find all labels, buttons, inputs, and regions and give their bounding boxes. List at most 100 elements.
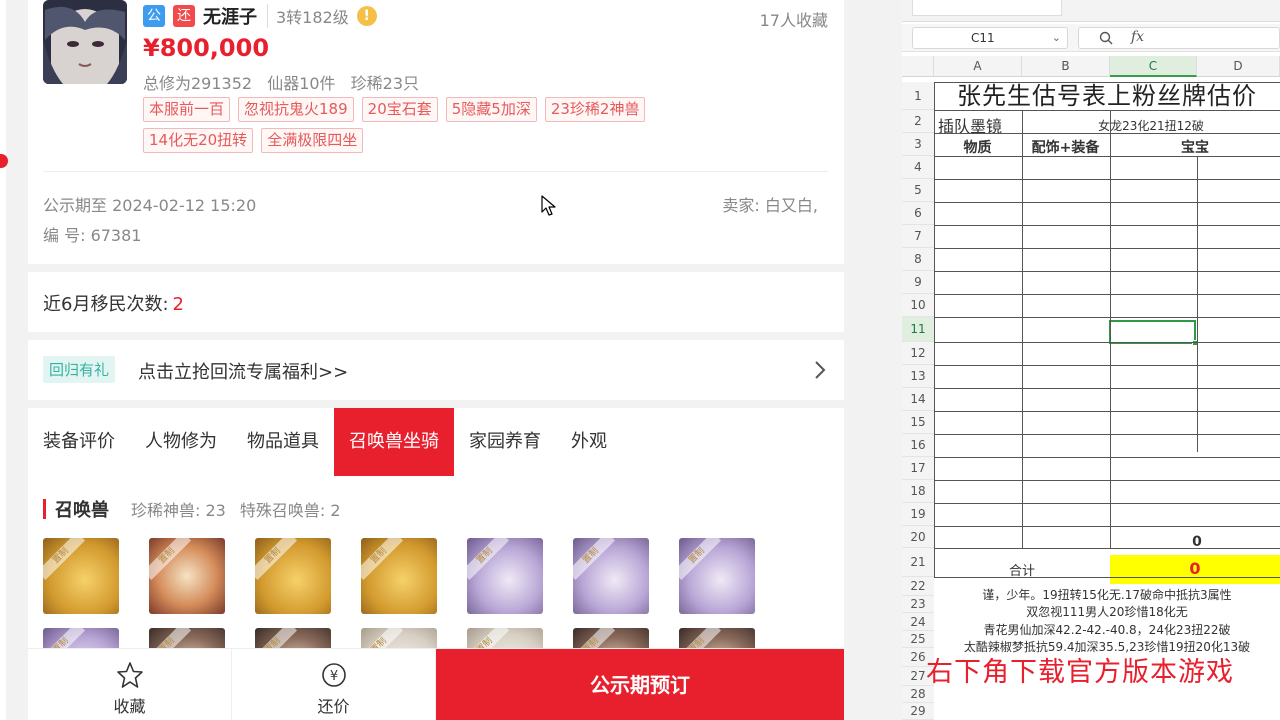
sheet-grid[interactable]: 张先生估号表上粉丝牌估价 插队墨镜 女龙23化21扭12破 物质 配饰+装备 宝… bbox=[934, 82, 1280, 720]
star-icon bbox=[117, 662, 143, 688]
bottom-action-bar: 收藏 ¥ 还价 公示期预订 bbox=[28, 648, 844, 720]
migration-count: 近6月移民次数: 2 bbox=[43, 290, 184, 316]
feature-tag: 23珍稀2神兽 bbox=[544, 97, 646, 122]
tab-cultivation[interactable]: 人物修为 bbox=[130, 408, 232, 476]
formula-input[interactable]: fx bbox=[1078, 27, 1280, 49]
mouse-cursor-icon bbox=[541, 195, 556, 216]
row-header-18[interactable]: 18 bbox=[902, 480, 934, 503]
row-header-22[interactable]: 22 bbox=[902, 577, 934, 596]
row-header-3[interactable]: 3 bbox=[902, 133, 934, 156]
grid-line bbox=[934, 548, 1280, 549]
cell-c21[interactable]: 0 bbox=[1110, 559, 1280, 578]
column-header-a[interactable]: A bbox=[934, 56, 1022, 77]
row-header-4[interactable]: 4 bbox=[902, 156, 934, 179]
cell-c3[interactable]: 宝宝 bbox=[1110, 137, 1280, 157]
select-all-corner[interactable] bbox=[902, 56, 934, 77]
grid-line bbox=[934, 388, 1280, 389]
grid-line bbox=[934, 202, 1280, 203]
tab-bar: 装备评价 人物修为 物品道具 召唤兽坐骑 家园养育 外观 bbox=[28, 408, 622, 476]
bargain-button[interactable]: ¥ 还价 bbox=[232, 649, 436, 720]
pet-band: 置制 bbox=[361, 538, 404, 581]
tab-items[interactable]: 物品道具 bbox=[232, 408, 334, 476]
name-box[interactable]: C11 ⌄ bbox=[912, 27, 1068, 49]
tab-equipment[interactable]: 装备评价 bbox=[28, 408, 130, 476]
row-header-19[interactable]: 19 bbox=[902, 503, 934, 526]
fx-icon[interactable]: fx bbox=[1131, 29, 1144, 45]
row-header-8[interactable]: 8 bbox=[902, 248, 934, 271]
divider bbox=[43, 171, 828, 172]
row-header-6[interactable]: 6 bbox=[902, 202, 934, 225]
pet-tile[interactable]: 置制 bbox=[149, 538, 225, 614]
migration-label: 近6月移民次数: bbox=[43, 294, 169, 315]
ribbon-control[interactable] bbox=[912, 0, 1062, 16]
row-header-23[interactable]: 23 bbox=[902, 596, 934, 613]
pet-tile[interactable]: 置制 bbox=[467, 538, 543, 614]
return-promo-link[interactable]: 点击立抢回流专属福利>> bbox=[138, 358, 348, 384]
chevron-down-icon[interactable]: ⌄ bbox=[1052, 28, 1061, 48]
sheet-title[interactable]: 张先生估号表上粉丝牌估价 bbox=[934, 82, 1280, 110]
note-row-24[interactable]: 青花男仙加深42.2-42.-40.8，24化23扭22破 bbox=[934, 621, 1280, 638]
row-header-17[interactable]: 17 bbox=[902, 457, 934, 480]
role-level: 3转182级 bbox=[267, 4, 349, 28]
column-header-c[interactable]: C bbox=[1110, 56, 1197, 77]
tab-home[interactable]: 家园养育 bbox=[454, 408, 556, 476]
pets-title: 召唤兽 bbox=[55, 500, 109, 521]
row-header-16[interactable]: 16 bbox=[902, 434, 934, 457]
favorite-button[interactable]: 收藏 bbox=[28, 649, 232, 720]
pet-tile[interactable]: 置制 bbox=[361, 538, 437, 614]
grid-line bbox=[934, 248, 1280, 249]
chevron-right-icon[interactable] bbox=[814, 360, 826, 380]
pets-section: 召唤兽 珍稀神兽: 23 特殊召唤兽: 2 置制 置制 置制 置制 置制 置制 置制 置制 置制… bbox=[28, 476, 844, 704]
column-header-d[interactable]: D bbox=[1197, 56, 1280, 77]
info-icon[interactable]: ! bbox=[356, 6, 377, 26]
row-header-29[interactable]: 29 bbox=[902, 703, 934, 720]
pet-tile[interactable]: 置制 bbox=[43, 538, 119, 614]
row-header-24[interactable]: 24 bbox=[902, 613, 934, 631]
tab-pets-mounts[interactable]: 召唤兽坐骑 bbox=[334, 408, 454, 476]
pet-band: 置制 bbox=[149, 538, 192, 581]
cell-b2[interactable]: 女龙23化21扭12破 bbox=[1022, 117, 1280, 134]
selected-cell[interactable] bbox=[1109, 320, 1198, 346]
pet-tile[interactable]: 置制 bbox=[573, 538, 649, 614]
role-stats: 总修为291352 仙器10件 珍稀23只 bbox=[143, 70, 429, 94]
row-header-13[interactable]: 13 bbox=[902, 365, 934, 388]
row-header-14[interactable]: 14 bbox=[902, 388, 934, 411]
pet-tile[interactable]: 置制 bbox=[255, 538, 331, 614]
row-header-12[interactable]: 12 bbox=[902, 342, 934, 365]
row-header-10[interactable]: 10 bbox=[902, 294, 934, 317]
row-header-2[interactable]: 2 bbox=[902, 110, 934, 133]
row-header-1[interactable]: 1 bbox=[902, 82, 934, 110]
row-header-15[interactable]: 15 bbox=[902, 411, 934, 434]
note-row-22[interactable]: 谨，少年。19扭转15化无.17破命中抵抗3属性 bbox=[934, 586, 1280, 603]
row-header-21[interactable]: 21 bbox=[902, 548, 934, 577]
reserve-button[interactable]: 公示期预订 bbox=[436, 649, 844, 720]
row-header-20[interactable]: 20 bbox=[902, 526, 934, 548]
avatar-portrait-icon bbox=[43, 0, 127, 84]
grid-line bbox=[934, 179, 1280, 180]
notification-dot[interactable] bbox=[0, 154, 8, 168]
tab-appearance[interactable]: 外观 bbox=[556, 408, 622, 476]
formula-bar: C11 ⌄ fx bbox=[902, 24, 1280, 52]
row-header-25[interactable]: 25 bbox=[902, 631, 934, 648]
section-marker bbox=[43, 499, 46, 519]
row-header-9[interactable]: 9 bbox=[902, 271, 934, 294]
feature-tag: 5隐藏5加深 bbox=[445, 97, 537, 122]
note-row-23[interactable]: 双忽视111男人20珍惜18化无 bbox=[934, 603, 1280, 620]
row-header-11[interactable]: 11 bbox=[902, 317, 934, 342]
column-header-b[interactable]: B bbox=[1022, 56, 1110, 77]
grid-line bbox=[1197, 156, 1198, 452]
bargain-label: 还价 bbox=[317, 697, 350, 716]
pet-band: 置制 bbox=[573, 538, 616, 581]
zoom-icon[interactable] bbox=[1099, 31, 1113, 45]
seller-name[interactable]: 卖家: 白又白, bbox=[722, 192, 818, 216]
feature-tag: 全满极限四坐 bbox=[261, 128, 364, 153]
migration-card: 近6月移民次数: 2 bbox=[28, 272, 844, 332]
row-header-5[interactable]: 5 bbox=[902, 179, 934, 202]
cell-b3[interactable]: 配饰+装备 bbox=[1022, 137, 1109, 157]
return-promo-card[interactable]: 回归有礼 点击立抢回流专属福利>> bbox=[28, 340, 844, 400]
row-header-7[interactable]: 7 bbox=[902, 225, 934, 248]
cell-a3[interactable]: 物质 bbox=[934, 137, 1021, 157]
pet-tile[interactable]: 置制 bbox=[679, 538, 755, 614]
grid-line bbox=[934, 271, 1280, 272]
role-avatar[interactable] bbox=[43, 0, 127, 84]
